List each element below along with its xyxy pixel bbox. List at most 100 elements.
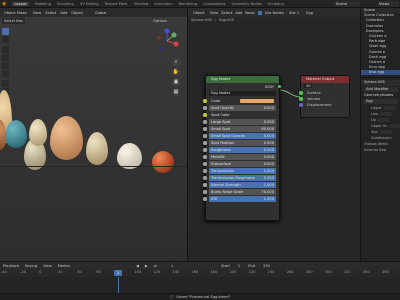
- timeline[interactable]: Playback Keying View Marker ◀ ▶ ⏭ 1 Star…: [0, 261, 400, 293]
- output-target-dropdown[interactable]: All: [304, 84, 313, 88]
- socket-spot-opacity[interactable]: [203, 106, 207, 110]
- timeline-menu-keying[interactable]: Keying: [25, 264, 37, 268]
- socket-displacement[interactable]: [299, 103, 303, 107]
- workspace-tab-animation[interactable]: Animation: [154, 2, 172, 6]
- socket-surface[interactable]: [299, 91, 303, 95]
- param-ior[interactable]: IOR 1.450: [203, 195, 276, 202]
- frame-tick: 60: [96, 270, 101, 274]
- frame-tick: 240: [267, 270, 275, 274]
- workspace-tab-geometry-nodes[interactable]: Geometry Nodes: [232, 2, 262, 6]
- param-transmission-roughness[interactable]: Transmission Roughness 0.200: [203, 174, 276, 181]
- param-subsurface[interactable]: Subsurface 0.000: [203, 160, 276, 167]
- node-group-selector-row: Egg Nodes: [206, 90, 279, 97]
- param-label: Spot Color: [211, 112, 230, 117]
- param-label: Metallic: [211, 154, 225, 159]
- material-output-title[interactable]: Material Output: [301, 76, 349, 83]
- socket-volume[interactable]: [299, 97, 303, 101]
- material-output-node[interactable]: Material Output All Surface Volume Displ…: [299, 75, 350, 118]
- end-frame-field[interactable]: 250: [261, 262, 272, 269]
- shader-node-editor[interactable]: Object View Select Add Node Use Nodes Sl…: [187, 8, 360, 261]
- jump-end-icon[interactable]: ⏭: [154, 264, 157, 268]
- prop-section[interactable]: Internal Dep: [361, 147, 400, 153]
- frame-tick: 280: [305, 270, 313, 274]
- node-group-dropdown[interactable]: Egg Nodes: [209, 91, 276, 96]
- 3d-viewport[interactable]: Object Mode View Select Add Object Globa…: [0, 8, 187, 261]
- param-normal-strength[interactable]: Normal Strength 1.000: [203, 181, 276, 188]
- socket-metallic[interactable]: [203, 155, 207, 159]
- prop-field[interactable]: [380, 112, 393, 117]
- timeline-ruler[interactable]: -40 -20 0 20 40 60 80 100 120 140 160 18…: [0, 270, 400, 276]
- workspace-tab-texture-paint[interactable]: Texture Paint: [104, 2, 127, 6]
- workspace-tab-compositing[interactable]: Compositing: [203, 2, 226, 6]
- output-displacement[interactable]: Displacement: [299, 102, 349, 108]
- play-icon[interactable]: ▶: [145, 264, 148, 268]
- timeline-track-area[interactable]: [0, 277, 400, 293]
- socket-bump-noise-scale[interactable]: [203, 190, 207, 194]
- param-roughness[interactable]: Roughness 0.200: [203, 146, 276, 153]
- param-metallic[interactable]: Metallic 0.000: [203, 153, 276, 160]
- param-value: 0.000: [263, 133, 274, 138]
- socket-spot-position[interactable]: [203, 141, 207, 145]
- param-small-spot[interactable]: Small Spot 80.000: [203, 125, 276, 132]
- workspace-tab-modeling[interactable]: Modeling: [35, 2, 51, 6]
- socket-ior[interactable]: [203, 197, 207, 201]
- param-spot-position[interactable]: Spot Position 0.000: [203, 139, 276, 146]
- ground-shadow: [0, 166, 187, 167]
- param-value: 0.000: [263, 119, 274, 124]
- param-label: Small Spot Opacity: [211, 133, 246, 138]
- timeline-menu-marker[interactable]: Marker: [58, 264, 70, 268]
- socket-spot-color[interactable]: [203, 113, 207, 117]
- socket-normal-strength[interactable]: [203, 183, 207, 187]
- egg-nodes-group-node[interactable]: Egg Nodes BSDF Egg Nodes Color Spot Opac…: [203, 75, 281, 221]
- prop-label: Internal Dep: [364, 148, 387, 153]
- param-large-spot[interactable]: Large Spot 0.000: [203, 118, 276, 125]
- workspace-tab-rendering[interactable]: Rendering: [179, 2, 197, 6]
- prop-field[interactable]: [389, 124, 400, 129]
- param-label: Normal Strength: [211, 182, 241, 187]
- workspace-tab-layout[interactable]: Layout: [12, 1, 29, 6]
- socket-color[interactable]: [203, 99, 207, 103]
- prop-field[interactable]: [379, 130, 392, 135]
- prop-field[interactable]: [377, 118, 390, 123]
- material-field[interactable]: Egg: [363, 99, 398, 105]
- socket-roughness[interactable]: [203, 148, 207, 152]
- start-frame-field[interactable]: 1: [235, 262, 243, 269]
- frame-tick: 320: [343, 270, 351, 274]
- param-transmission[interactable]: Transmission 1.000: [203, 167, 276, 174]
- current-frame-field[interactable]: 1: [168, 262, 176, 269]
- socket-small-spot[interactable]: [203, 127, 207, 131]
- add-modifier-button[interactable]: Add Modifier: [363, 86, 398, 92]
- egg-node-title[interactable]: Egg Nodes: [206, 76, 279, 83]
- workspace-tab-shading[interactable]: Shading: [134, 2, 149, 6]
- param-small-spot-opacity[interactable]: Small Spot Opacity 0.000: [203, 132, 276, 139]
- socket-small-spot-opacity[interactable]: [203, 134, 207, 138]
- geometry-nodes-modifier[interactable]: GeometryNodes: [361, 93, 400, 98]
- view-layer-selector[interactable]: ViewL: [377, 1, 399, 7]
- playhead[interactable]: 1: [114, 270, 122, 276]
- start-label: Start: [221, 263, 230, 268]
- workspace-tab-sculpting[interactable]: Sculpting: [57, 2, 74, 6]
- socket-transmission[interactable]: [203, 169, 207, 173]
- frame-tick: 360: [381, 270, 389, 274]
- blender-logo-icon[interactable]: ◉: [2, 1, 6, 7]
- param-spot-opacity[interactable]: Spot Opacity 0.000: [203, 104, 276, 111]
- timeline-menu-playback[interactable]: Playback: [3, 264, 19, 268]
- timeline-menu-view[interactable]: View: [43, 264, 52, 268]
- workspace-tab-uv-editing[interactable]: UV Editing: [80, 2, 99, 6]
- outliner-properties-panel[interactable]: Scene Scene Collection Collection Dummie…: [360, 8, 400, 261]
- param-color[interactable]: Color: [203, 98, 276, 105]
- param-spot-color[interactable]: Spot Color: [203, 112, 276, 119]
- color-swatch[interactable]: [240, 98, 274, 103]
- param-bump-noise-scale[interactable]: Bump Noise Scale 70.000: [203, 188, 276, 195]
- workspace-tab-scripting[interactable]: Scripting: [268, 2, 284, 6]
- scene-selector[interactable]: Scene: [334, 1, 360, 7]
- param-value: 1.000: [263, 182, 274, 187]
- frame-tick: 180: [210, 270, 218, 274]
- prop-field[interactable]: [383, 106, 396, 111]
- prop-label: Upper Sc: [371, 124, 388, 129]
- play-reverse-icon[interactable]: ◀: [136, 264, 139, 268]
- socket-subsurface[interactable]: [203, 162, 207, 166]
- socket-large-spot[interactable]: [203, 120, 207, 124]
- outliner-row-selected[interactable]: Kiwi egg: [361, 70, 400, 76]
- socket-transmission-roughness[interactable]: [203, 176, 207, 180]
